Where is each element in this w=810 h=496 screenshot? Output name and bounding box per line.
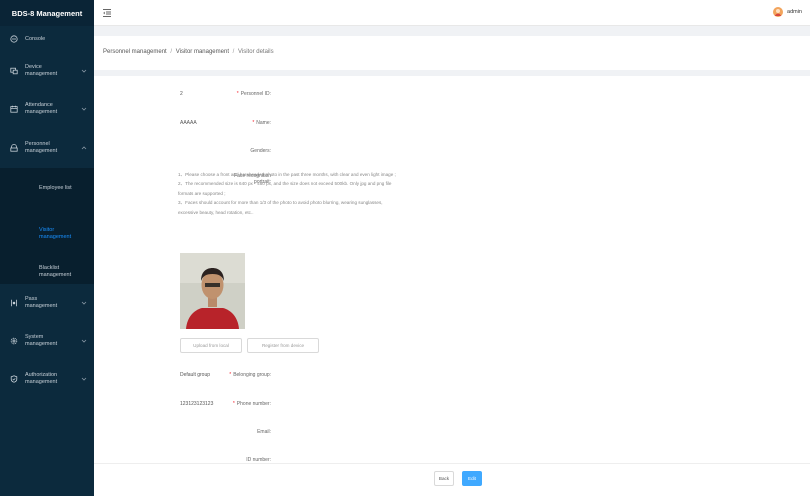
required-marker: * — [229, 372, 232, 378]
personnel-icon — [9, 144, 18, 153]
sidebar-item-system-management[interactable]: System management — [0, 322, 94, 360]
sidebar-subitem-employee-list[interactable]: Employee list — [0, 168, 94, 208]
sidebar-item-console[interactable]: Console — [0, 26, 94, 52]
sidebar-subitem-label: Employee list — [39, 185, 72, 191]
photo-requirements: 1、Please choose a front and bareheaded p… — [178, 170, 398, 217]
sidebar-item-authorization-management[interactable]: Authorization management — [0, 360, 94, 398]
field-label: * Personnel ID: — [236, 91, 271, 97]
sidebar-item-attendance-management[interactable]: Attendance management — [0, 90, 94, 128]
required-marker: * — [252, 120, 255, 126]
field-value: Default group — [180, 372, 211, 378]
breadcrumb-item[interactable]: Personnel management — [103, 49, 167, 55]
field-value: 2 — [180, 91, 183, 97]
chevron-down-icon — [81, 68, 87, 74]
register-from-device-button[interactable]: Register from device — [247, 338, 319, 353]
sidebar-item-label: Attendance management — [25, 102, 58, 115]
app-title: BDS-8 Management — [0, 0, 94, 26]
top-header: admin — [94, 0, 810, 26]
user-menu[interactable]: admin — [773, 7, 802, 17]
upload-from-local-button[interactable]: Upload from local — [180, 338, 242, 353]
edit-button[interactable]: Edit — [462, 471, 482, 486]
app-root: BDS-8 Management Console Device manageme… — [0, 0, 810, 496]
visitor-details-form: * Personnel ID: 2 * Name: AAAAA Genders: F… — [94, 76, 810, 496]
avatar — [773, 7, 784, 17]
field-value: 123123123123 — [180, 401, 214, 407]
back-button[interactable]: Back — [434, 471, 454, 486]
breadcrumb-item[interactable]: Visitor management — [176, 49, 229, 55]
sidebar-subitem-visitor-management[interactable]: Visitor management — [0, 208, 94, 246]
breadcrumb-separator: / — [170, 49, 173, 55]
dashboard-icon — [9, 35, 18, 44]
field-label: * Name: — [252, 120, 271, 126]
menu-fold-icon[interactable] — [102, 8, 112, 18]
sidebar-subitem-label: Blacklist management — [39, 265, 72, 278]
face-photo — [180, 253, 245, 329]
gear-icon — [9, 337, 18, 346]
sidebar-item-label: Console — [25, 35, 46, 42]
photo-note: 2、The recommended size is 640 px * 480 p… — [178, 181, 392, 196]
sidebar-subitem-blacklist-management[interactable]: Blacklist management — [0, 246, 94, 284]
calendar-icon — [9, 105, 18, 114]
photo-note: 3、Faces should account for more than 1/3… — [178, 200, 383, 215]
sidebar: BDS-8 Management Console Device manageme… — [0, 0, 94, 496]
sidebar-subitem-label: Visitor management — [39, 227, 72, 240]
pass-icon — [9, 299, 18, 308]
sidebar-item-label: Personnel management — [25, 141, 58, 154]
sidebar-item-label: Device management — [25, 64, 58, 77]
field-label: Email: — [257, 429, 271, 435]
form-actions: Back Edit — [94, 463, 810, 492]
sidebar-item-personnel-management[interactable]: Personnel management — [0, 128, 94, 168]
sidebar-item-label: System management — [25, 334, 58, 347]
breadcrumb-separator: / — [232, 49, 235, 55]
required-marker: * — [232, 401, 235, 407]
username: admin — [787, 9, 802, 15]
chevron-up-icon — [81, 145, 87, 151]
device-icon — [9, 67, 18, 76]
chevron-down-icon — [81, 106, 87, 112]
chevron-down-icon — [81, 376, 87, 382]
sidebar-item-device-management[interactable]: Device management — [0, 52, 94, 90]
chevron-down-icon — [81, 300, 87, 306]
photo-note: 1、Please choose a front and bareheaded p… — [178, 172, 396, 177]
shield-icon — [9, 375, 18, 384]
field-label: Genders: — [250, 148, 271, 154]
breadcrumb-current: Visitor details — [238, 49, 274, 55]
sidebar-item-label: Pass management — [25, 296, 58, 309]
sidebar-item-pass-management[interactable]: Pass management — [0, 284, 94, 322]
required-marker: * — [236, 91, 239, 97]
sidebar-menu: Console Device management Attendance man… — [0, 26, 94, 398]
sidebar-item-label: Authorization management — [25, 372, 58, 385]
chevron-down-icon — [81, 338, 87, 344]
field-value: AAAAA — [180, 120, 197, 126]
breadcrumb: Personnel management / Visitor managemen… — [94, 36, 810, 70]
